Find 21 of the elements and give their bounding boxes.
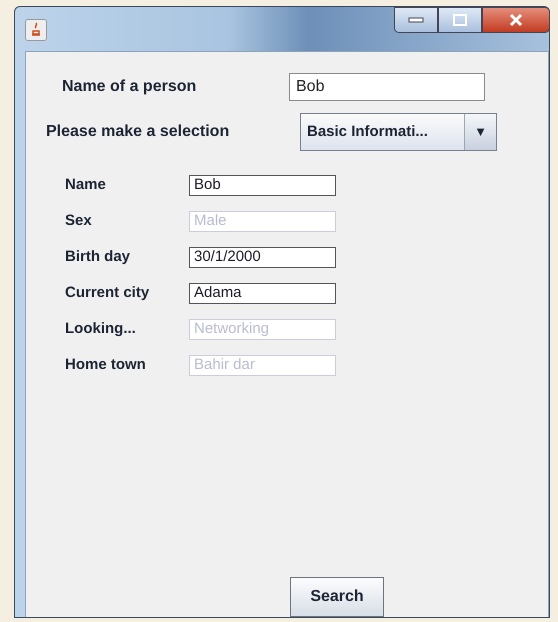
app-icon	[25, 19, 47, 41]
text-field[interactable]: Bob	[189, 174, 336, 196]
maximize-icon	[453, 14, 467, 26]
search-button[interactable]: Search	[290, 577, 384, 617]
field-label: Sex	[65, 210, 93, 231]
field-label: Name of a person	[61, 77, 198, 97]
minimize-icon	[408, 17, 424, 23]
name-field[interactable]: Bob	[289, 73, 485, 101]
minimize-button[interactable]	[394, 7, 438, 33]
field-label: Looking...	[65, 318, 137, 339]
field-label: Please make a selection	[45, 122, 230, 142]
text-field[interactable]: Adama	[189, 282, 336, 304]
maximize-button[interactable]	[438, 7, 482, 33]
field-label: Birth day	[65, 246, 132, 267]
field-label: Current city	[65, 282, 150, 303]
selection-dropdown[interactable]: Basic Informati... ▼	[300, 113, 497, 151]
text-field[interactable]: 30/1/2000	[189, 246, 336, 268]
field-label: Home town	[65, 354, 147, 375]
close-icon	[508, 13, 524, 27]
field-label: Name	[65, 174, 107, 195]
close-button[interactable]	[482, 7, 550, 33]
